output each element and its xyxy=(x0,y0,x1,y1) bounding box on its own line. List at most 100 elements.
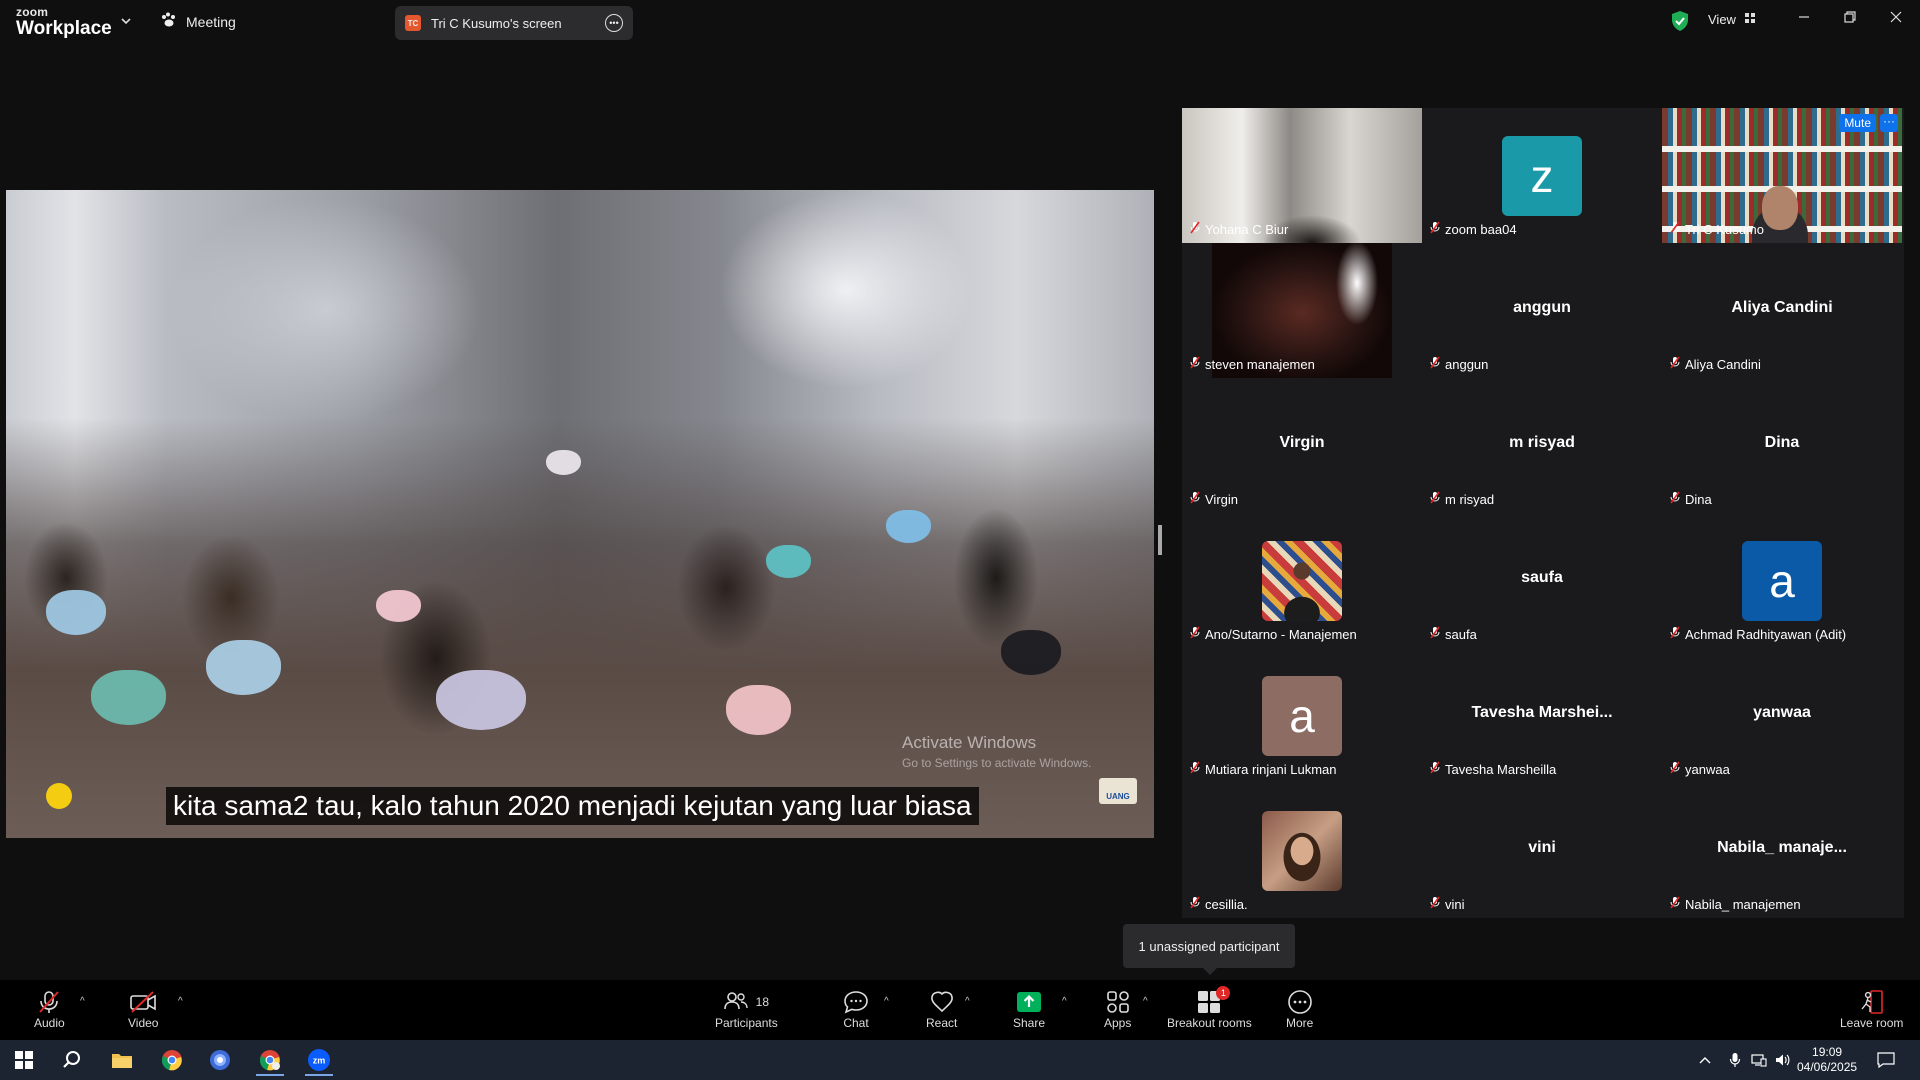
participant-tile[interactable]: saufa saufa xyxy=(1422,513,1662,648)
microphone-tray-icon[interactable] xyxy=(1723,1044,1747,1076)
participants-icon xyxy=(723,991,748,1014)
chevron-down-icon[interactable] xyxy=(120,14,132,32)
participant-name: anggun xyxy=(1445,356,1489,372)
presenter-initials: TC xyxy=(405,15,421,31)
microphone-muted-icon xyxy=(1190,221,1200,237)
brand-top: zoom xyxy=(16,5,49,19)
view-button[interactable]: View xyxy=(1708,12,1756,27)
more-button[interactable]: More xyxy=(1286,988,1313,1030)
shared-screen-tab[interactable]: TC Tri C Kusumo's screen ••• xyxy=(395,6,633,40)
apps-options-caret[interactable]: ^ xyxy=(1143,996,1148,1007)
chrome-icon[interactable] xyxy=(152,1044,192,1076)
network-icon[interactable] xyxy=(1747,1044,1771,1076)
share-options-caret[interactable]: ^ xyxy=(1062,996,1067,1007)
participant-tile[interactable]: Aliya Candini Aliya Candini xyxy=(1662,243,1902,378)
participant-name-label: cesillia. xyxy=(1190,896,1248,912)
share-button[interactable]: Share xyxy=(1013,988,1045,1030)
shared-screen[interactable]: kita sama2 tau, kalo tahun 2020 menjadi … xyxy=(6,190,1154,838)
participant-name: vini xyxy=(1445,896,1465,912)
participant-avatar: a xyxy=(1262,676,1342,756)
participant-tile[interactable]: Dina Dina xyxy=(1662,378,1902,513)
participant-name: Yohana C Biur xyxy=(1205,221,1289,237)
participant-display-name: Tavesha Marshei... xyxy=(1471,704,1613,721)
notification-center-icon[interactable] xyxy=(1870,1044,1902,1076)
participant-tile[interactable]: Nabila_ manaje... Nabila_ manajemen xyxy=(1662,783,1902,918)
minimize-icon[interactable] xyxy=(1797,10,1811,29)
volume-icon[interactable] xyxy=(1771,1044,1795,1076)
participant-name: Mutiara rinjani Lukman xyxy=(1205,761,1337,777)
chrome-profile-icon[interactable] xyxy=(250,1044,290,1076)
splitter-handle[interactable] xyxy=(1158,525,1162,555)
participant-tile[interactable]: vini vini xyxy=(1422,783,1662,918)
video-button[interactable]: Video xyxy=(128,988,158,1030)
participant-tile[interactable]: Virgin Virgin xyxy=(1182,378,1422,513)
view-label: View xyxy=(1708,12,1736,27)
participant-tile[interactable]: a Achmad Radhityawan (Adit) xyxy=(1662,513,1902,648)
participants-button[interactable]: 18 Participants xyxy=(715,988,778,1030)
video-options-caret[interactable]: ^ xyxy=(178,996,183,1007)
zoom-app-icon[interactable]: zm xyxy=(299,1044,339,1076)
microphone-muted-icon xyxy=(1190,761,1200,777)
show-hidden-icons-icon[interactable] xyxy=(1693,1044,1717,1076)
heart-icon xyxy=(929,988,955,1016)
file-explorer-icon[interactable] xyxy=(102,1044,142,1076)
system-clock[interactable]: 19:09 04/06/2025 xyxy=(1797,1045,1857,1075)
chat-button[interactable]: Chat xyxy=(843,988,869,1030)
participant-name-label: Dina xyxy=(1670,491,1712,507)
meeting-toolbar: Audio ^ Video ^ 18 Participants Chat ^ R… xyxy=(0,980,1920,1040)
more-options-icon[interactable]: ••• xyxy=(605,14,623,32)
participant-display-name: vini xyxy=(1528,839,1556,856)
audio-options-caret[interactable]: ^ xyxy=(80,996,85,1007)
participant-tile[interactable]: a Mutiara rinjani Lukman xyxy=(1182,648,1422,783)
mute-participant-button[interactable]: Mute xyxy=(1839,114,1876,132)
face-mask-shape xyxy=(1001,630,1061,675)
leave-room-button[interactable]: Leave room xyxy=(1840,988,1903,1030)
participant-tile[interactable]: z zoom baa04 xyxy=(1422,108,1662,243)
participant-name-label: Virgin xyxy=(1190,491,1238,507)
audio-button[interactable]: Audio xyxy=(34,988,65,1030)
video-off-icon xyxy=(129,988,157,1016)
participant-tile[interactable]: Yohana C Biur xyxy=(1182,108,1422,243)
participant-more-icon[interactable]: ··· xyxy=(1880,114,1898,132)
apps-button[interactable]: Apps xyxy=(1104,988,1131,1030)
grid-view-icon xyxy=(1744,12,1756,27)
participant-tile[interactable]: Ano/Sutarno - Manajemen xyxy=(1182,513,1422,648)
face-mask-shape xyxy=(46,590,106,635)
restore-icon[interactable] xyxy=(1843,10,1857,29)
participant-name: Tavesha Marsheilla xyxy=(1445,761,1557,777)
microphone-muted-icon xyxy=(1670,761,1680,777)
participant-name: yanwaa xyxy=(1685,761,1730,777)
zoom-workplace-logo[interactable]: zoom Workplace xyxy=(16,6,112,38)
participant-name: m risyad xyxy=(1445,491,1495,507)
participant-tile[interactable]: m risyad m risyad xyxy=(1422,378,1662,513)
participant-name: Dina xyxy=(1685,491,1712,507)
meeting-menu[interactable]: Meeting xyxy=(160,12,236,31)
participant-tile[interactable]: Mute ··· Tri C Kusumo xyxy=(1662,108,1902,243)
participant-name-label: m risyad xyxy=(1430,491,1494,507)
encryption-shield-icon[interactable] xyxy=(1670,10,1690,37)
participant-tile[interactable]: steven manajemen xyxy=(1182,243,1422,378)
participants-label: Participants xyxy=(715,1016,778,1030)
react-options-caret[interactable]: ^ xyxy=(965,996,970,1007)
paw-icon xyxy=(160,12,178,31)
participant-tile[interactable]: cesillia. xyxy=(1182,783,1422,918)
windows-taskbar: zm 19:09 04/06/2025 xyxy=(0,1040,1920,1080)
participant-tile[interactable]: Tavesha Marshei... Tavesha Marsheilla xyxy=(1422,648,1662,783)
chat-options-caret[interactable]: ^ xyxy=(884,996,889,1007)
breakout-rooms-button[interactable]: 1 Breakout rooms xyxy=(1167,986,1252,1030)
participant-name-label: Tri C Kusumo xyxy=(1670,221,1764,237)
face-mask-shape xyxy=(91,670,166,725)
participant-name-label: Nabila_ manajemen xyxy=(1670,896,1801,912)
microphone-muted-icon xyxy=(1430,491,1440,507)
search-icon[interactable] xyxy=(52,1044,92,1076)
participant-display-name: Virgin xyxy=(1279,434,1325,451)
unassigned-participant-tooltip: 1 unassigned participant xyxy=(1123,924,1295,975)
close-icon[interactable] xyxy=(1889,10,1903,29)
participant-tile[interactable]: yanwaa yanwaa xyxy=(1662,648,1902,783)
participant-tile[interactable]: anggun anggun xyxy=(1422,243,1662,378)
windows-start-icon[interactable] xyxy=(4,1044,44,1076)
participant-display-name: Aliya Candini xyxy=(1731,299,1833,316)
participant-gallery: Yohana C Biur z zoom baa04 Mute ··· Tri C Kus… xyxy=(1182,108,1904,918)
react-button[interactable]: React xyxy=(926,988,957,1030)
browser-icon[interactable] xyxy=(200,1044,240,1076)
